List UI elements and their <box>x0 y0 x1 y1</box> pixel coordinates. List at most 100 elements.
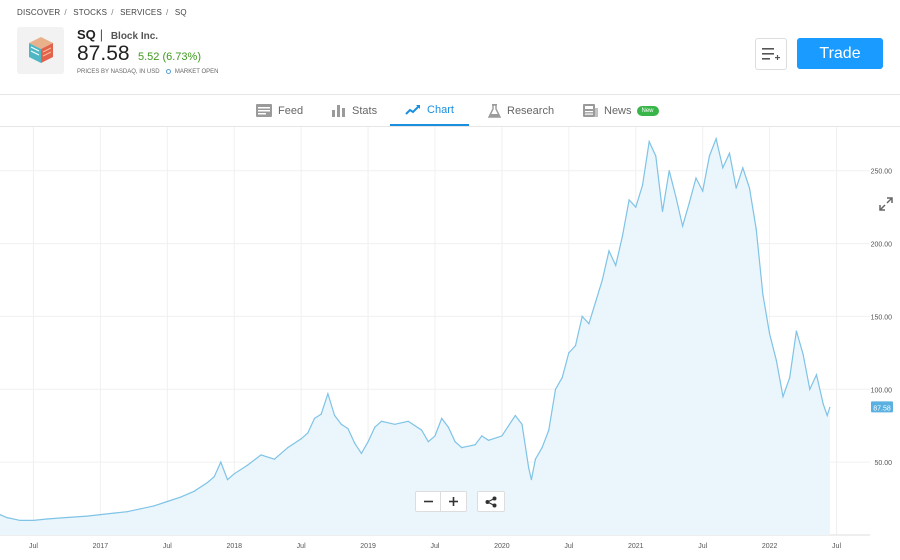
price-point <box>260 454 262 456</box>
tab-feed[interactable]: Feed <box>256 95 303 126</box>
price-point <box>655 155 657 157</box>
price-point <box>795 330 798 332</box>
price-point <box>715 138 717 140</box>
price-point <box>46 518 48 520</box>
price-point <box>530 479 533 481</box>
price-point <box>661 210 664 213</box>
price-point <box>702 190 704 192</box>
price-point <box>682 225 684 227</box>
price-point <box>19 519 21 521</box>
new-badge: New <box>636 105 659 116</box>
x-tick-label: 2017 <box>93 543 109 550</box>
price-point <box>688 202 690 204</box>
price-point <box>441 417 443 419</box>
price-point <box>568 352 570 354</box>
company-name: Block Inc. <box>110 31 159 42</box>
price-point <box>742 167 744 169</box>
price-point <box>153 505 155 507</box>
tab-label: Research <box>507 104 555 117</box>
breadcrumb-discover[interactable]: DISCOVER <box>17 8 60 17</box>
add-to-watchlist-button[interactable] <box>755 38 787 70</box>
price-point <box>514 414 516 417</box>
price-point <box>461 447 463 449</box>
tab-label: Stats <box>352 104 378 117</box>
breadcrumb-services[interactable]: SERVICES <box>120 8 162 17</box>
tab-stats[interactable]: Stats <box>332 95 377 126</box>
price-point <box>608 250 610 252</box>
price-point <box>360 452 362 454</box>
price-point <box>762 294 764 296</box>
price-point <box>434 435 436 437</box>
ticker-row: SQ | Block Inc. <box>77 27 159 42</box>
y-tick-label: 100.00 <box>871 387 893 394</box>
share-icon <box>485 496 497 507</box>
price-point <box>113 512 115 514</box>
tab-chart[interactable]: Chart <box>390 95 469 126</box>
x-tick-label: Jul <box>29 543 38 550</box>
price-point <box>615 264 617 266</box>
price-point <box>789 377 791 379</box>
x-tick-label: Jul <box>698 543 707 550</box>
zoom-out-button[interactable] <box>415 491 441 512</box>
x-tick-label: Jul <box>163 543 172 550</box>
price-point <box>748 187 751 189</box>
price-point <box>648 141 650 143</box>
price-point <box>826 414 828 417</box>
price-point <box>508 425 510 427</box>
price-point <box>447 426 449 428</box>
feed-icon <box>256 104 272 117</box>
price-point <box>206 481 209 484</box>
price-point <box>621 235 624 237</box>
price-point <box>802 353 804 355</box>
price-point <box>541 447 543 449</box>
x-tick-label: 2021 <box>628 543 644 550</box>
x-tick-label: 2019 <box>360 543 376 550</box>
last-price-label: 87.58 <box>873 405 891 412</box>
price-point <box>287 447 289 449</box>
minus-icon <box>423 500 433 503</box>
price-point <box>628 199 630 201</box>
y-tick-label: 250.00 <box>871 169 893 176</box>
price-point <box>354 442 356 444</box>
tab-label: Feed <box>278 104 304 117</box>
tab-label: Chart <box>427 103 454 116</box>
price-point <box>86 515 88 517</box>
price-point <box>334 414 336 417</box>
current-price: 87.58 <box>77 42 130 65</box>
price-point <box>320 413 322 415</box>
breadcrumb-stocks[interactable]: STOCKS <box>73 8 107 17</box>
price-point <box>454 441 456 443</box>
y-tick-label: 150.00 <box>871 314 893 321</box>
x-tick-label: Jul <box>431 543 440 550</box>
price-point <box>782 396 784 398</box>
price-point <box>809 388 811 390</box>
tab-research[interactable]: Research <box>488 95 554 126</box>
price-point <box>501 435 503 437</box>
price-point <box>66 516 68 519</box>
price-point <box>722 167 724 169</box>
share-button[interactable] <box>477 491 505 512</box>
price-point <box>99 514 101 516</box>
price-point <box>421 429 423 431</box>
price-point <box>521 423 523 425</box>
x-tick-label: 2022 <box>762 543 778 550</box>
price-point <box>32 519 35 521</box>
breadcrumb-current: SQ <box>174 8 187 17</box>
price-point <box>581 315 583 317</box>
trade-button[interactable]: Trade <box>797 38 883 69</box>
news-icon <box>583 104 598 117</box>
price-change: 5.52 (6.73%) <box>138 51 201 63</box>
ticker-symbol: SQ <box>77 27 96 42</box>
x-tick-label: Jul <box>832 543 841 550</box>
price-point <box>554 388 557 390</box>
price-point <box>6 516 8 519</box>
price-point <box>481 435 483 437</box>
tab-news[interactable]: News New <box>583 95 659 126</box>
price-point <box>367 441 369 443</box>
price-point <box>548 429 550 431</box>
price-point <box>180 496 182 498</box>
price-point <box>595 301 597 303</box>
zoom-in-button[interactable] <box>441 491 467 512</box>
price-point <box>313 417 316 419</box>
price-point <box>815 374 818 376</box>
